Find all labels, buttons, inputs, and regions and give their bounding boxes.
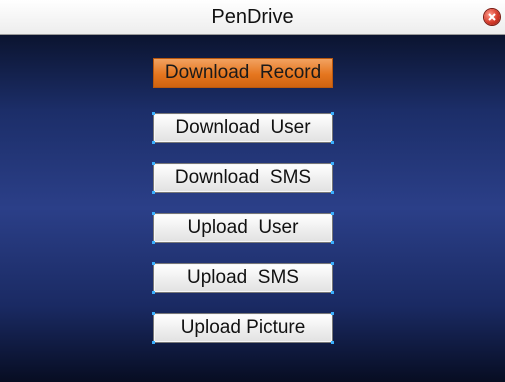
focus-corner xyxy=(331,191,334,194)
focus-corner xyxy=(152,312,155,315)
focus-corner xyxy=(331,141,334,144)
focus-corner xyxy=(152,212,155,215)
focus-corner xyxy=(331,162,334,165)
pendrive-window: PenDrive Download Record Download User D… xyxy=(0,0,505,382)
download-record-button[interactable]: Download Record xyxy=(153,58,333,88)
focus-corner xyxy=(152,112,155,115)
focus-corner xyxy=(331,291,334,294)
focus-corner xyxy=(152,191,155,194)
download-user-button[interactable]: Download User xyxy=(153,113,333,143)
upload-user-button[interactable]: Upload User xyxy=(153,213,333,243)
upload-picture-button[interactable]: Upload Picture xyxy=(153,313,333,343)
focus-corner xyxy=(331,262,334,265)
close-icon[interactable] xyxy=(484,9,500,25)
window-title: PenDrive xyxy=(211,6,294,28)
focus-corner xyxy=(152,162,155,165)
focus-corner xyxy=(331,241,334,244)
focus-corner xyxy=(331,312,334,315)
focus-corner xyxy=(331,341,334,344)
focus-corner xyxy=(152,141,155,144)
focus-corner xyxy=(152,241,155,244)
upload-sms-button[interactable]: Upload SMS xyxy=(153,263,333,293)
focus-corner xyxy=(152,291,155,294)
title-bar: PenDrive xyxy=(0,0,505,35)
focus-corner xyxy=(152,262,155,265)
focus-corner xyxy=(331,212,334,215)
download-sms-button[interactable]: Download SMS xyxy=(153,163,333,193)
focus-corner xyxy=(152,341,155,344)
focus-corner xyxy=(331,112,334,115)
menu-screen: Download Record Download User Download S… xyxy=(0,35,505,382)
